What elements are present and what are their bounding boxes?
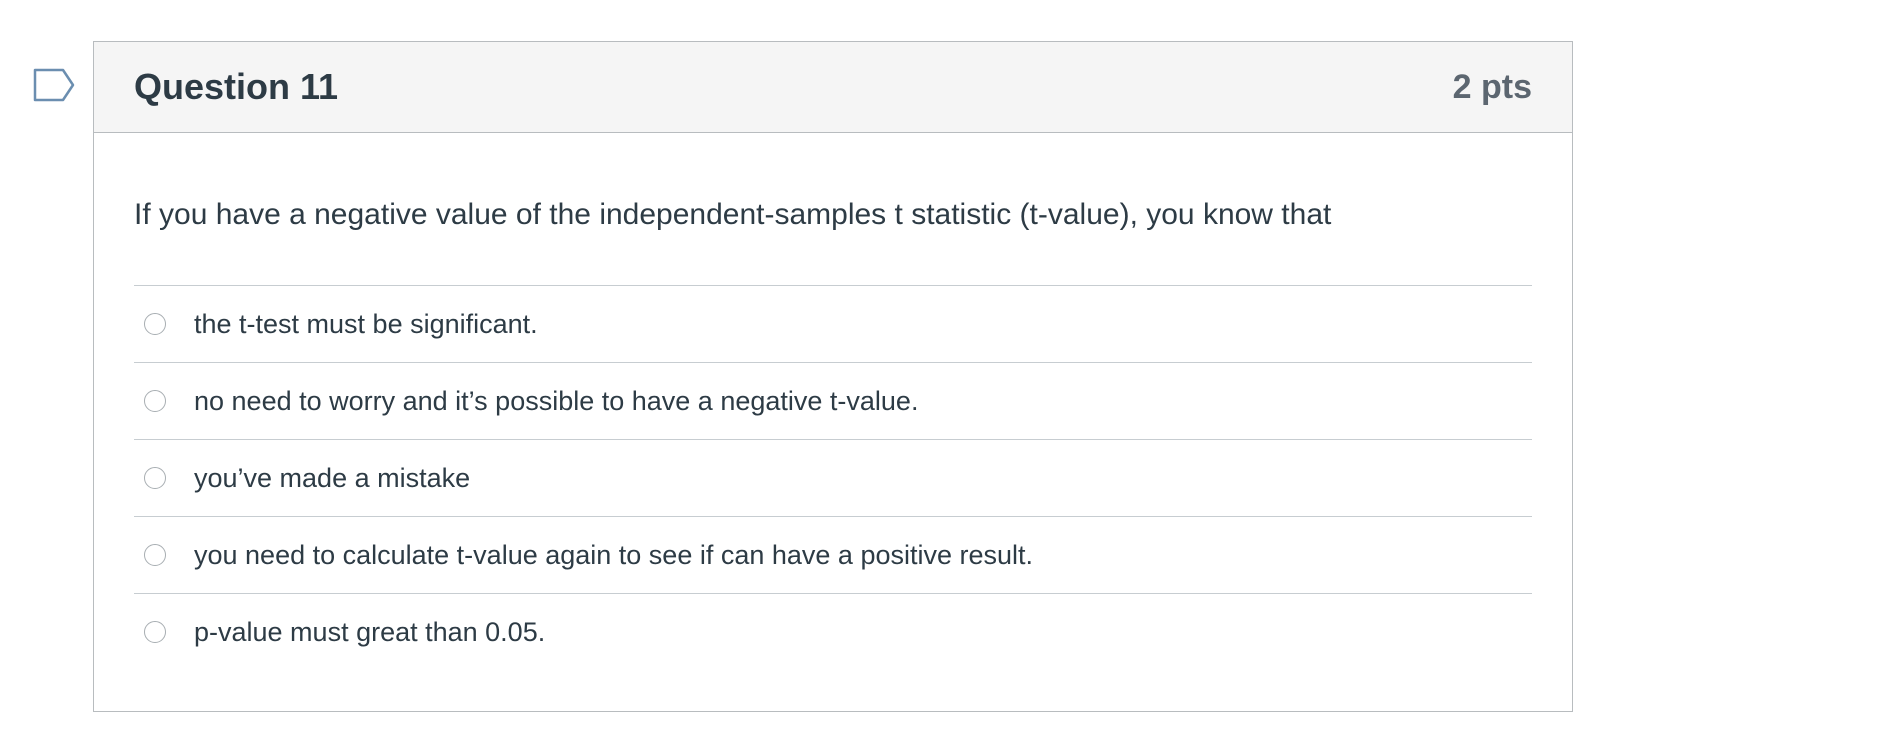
answer-option[interactable]: p-value must great than 0.05.	[134, 594, 1532, 670]
radio-button[interactable]	[144, 390, 166, 412]
answer-label[interactable]: you’ve made a mistake	[194, 463, 470, 494]
answer-label[interactable]: you need to calculate t-value again to s…	[194, 540, 1033, 571]
answer-label[interactable]: the t-test must be significant.	[194, 309, 538, 340]
radio-button[interactable]	[144, 313, 166, 335]
question-header: Question 11 2 pts	[94, 42, 1572, 133]
answer-list: the t-test must be significant. no need …	[134, 285, 1532, 670]
question-card: Question 11 2 pts If you have a negative…	[93, 41, 1573, 712]
question-title: Question 11	[134, 66, 339, 107]
question-points: 2 pts	[1452, 67, 1532, 106]
answer-label[interactable]: no need to worry and it’s possible to ha…	[194, 386, 918, 417]
answer-option[interactable]: the t-test must be significant.	[134, 286, 1532, 363]
question-text: If you have a negative value of the inde…	[134, 198, 1332, 231]
answer-option[interactable]: you’ve made a mistake	[134, 440, 1532, 517]
radio-button[interactable]	[144, 544, 166, 566]
question-body: If you have a negative value of the inde…	[94, 133, 1572, 670]
radio-button[interactable]	[144, 621, 166, 643]
radio-button[interactable]	[144, 467, 166, 489]
answer-option[interactable]: you need to calculate t-value again to s…	[134, 517, 1532, 594]
answer-option[interactable]: no need to worry and it’s possible to ha…	[134, 363, 1532, 440]
flag-question-icon[interactable]	[33, 68, 75, 104]
answer-label[interactable]: p-value must great than 0.05.	[194, 617, 545, 648]
